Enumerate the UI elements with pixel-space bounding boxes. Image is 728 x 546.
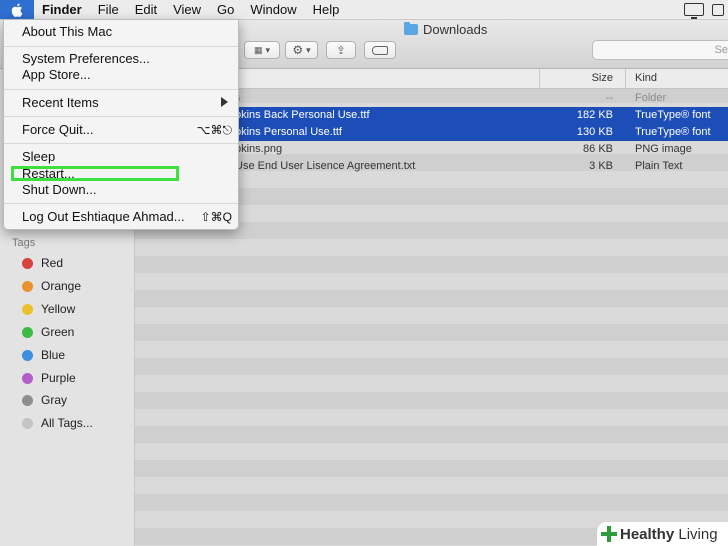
action-button[interactable]: ⚙ ▾ — [285, 41, 318, 59]
sidebar-tag-green[interactable]: Green — [22, 322, 74, 342]
gear-icon: ⚙ — [292, 43, 304, 57]
column-size-header[interactable]: Size — [539, 72, 613, 84]
file-name: pkins.png — [235, 143, 283, 155]
tag-color-dot — [22, 280, 33, 292]
column-divider[interactable] — [625, 69, 626, 88]
chevron-down-icon: ▾ — [306, 44, 311, 55]
window-title-text: Downloads — [423, 22, 488, 37]
file-size: -- — [605, 92, 613, 104]
menu-separator — [4, 46, 238, 47]
display-mirroring-icon[interactable] — [684, 3, 704, 19]
sidebar-tag-orange[interactable]: Orange — [22, 276, 81, 296]
menu-view[interactable]: View — [165, 0, 209, 19]
apple-icon — [11, 2, 23, 17]
tag-color-dot — [22, 394, 33, 406]
sidebar-tag-yellow[interactable]: Yellow — [22, 299, 75, 319]
tag-label: Red — [41, 256, 64, 270]
tag-label: Purple — [41, 371, 76, 385]
healthy-living-logo: Healthy Living — [597, 522, 728, 546]
tag-label: Green — [41, 325, 75, 339]
menu-bar-extras — [684, 0, 728, 19]
chevron-down-icon: ▾ — [265, 44, 271, 55]
sidebar-tag-gray[interactable]: Gray — [22, 390, 67, 410]
file-size: 86 KB — [583, 143, 613, 155]
watermark-text: Healthy Living — [620, 526, 718, 543]
menu-item-shut-down[interactable]: Shut Down... — [22, 182, 96, 197]
tag-color-dot — [22, 303, 33, 315]
file-kind: Plain Text — [635, 160, 683, 172]
tag-label: Gray — [41, 393, 68, 407]
menu-item-log-out[interactable]: Log Out Eshtiaque Ahmad... — [22, 209, 185, 224]
menu-help[interactable]: Help — [305, 0, 348, 19]
tag-color-dot — [22, 349, 33, 361]
menu-separator — [4, 143, 238, 144]
menu-item-recent-items[interactable]: Recent Items — [22, 95, 99, 110]
tags-button[interactable] — [364, 41, 396, 59]
file-kind: PNG image — [635, 143, 692, 155]
apple-dropdown-menu: About This Mac System Preferences... App… — [3, 19, 239, 230]
menu-item-app-store[interactable]: App Store... — [22, 67, 91, 82]
apple-menu-button[interactable] — [0, 0, 34, 19]
file-size: 130 KB — [576, 126, 613, 138]
log-out-shortcut: ⇧⌘Q — [200, 210, 232, 224]
menu-separator — [4, 89, 238, 90]
menu-item-system-preferences[interactable]: System Preferences... — [22, 51, 150, 66]
file-name: okins Back Personal Use.ttf — [235, 109, 370, 121]
menu-go[interactable]: Go — [209, 0, 242, 19]
folder-icon — [404, 22, 418, 35]
sidebar-all-tags[interactable]: All Tags... — [22, 413, 93, 433]
sidebar-tag-purple[interactable]: Purple — [22, 368, 76, 388]
tag-icon — [372, 45, 388, 55]
menu-window[interactable]: Window — [242, 0, 304, 19]
status-icon[interactable] — [712, 3, 724, 16]
plus-icon — [601, 526, 617, 542]
file-kind: Folder — [635, 92, 667, 104]
tag-label: Yellow — [41, 302, 76, 316]
tag-label: Orange — [41, 279, 82, 293]
share-icon: ⇪ — [336, 44, 346, 57]
sidebar-tag-blue[interactable]: Blue — [22, 345, 65, 365]
tag-color-dot — [22, 372, 33, 384]
file-kind: TrueType® font — [635, 109, 711, 121]
menu-item-about-this-mac[interactable]: About This Mac — [22, 24, 112, 39]
tag-label: All Tags... — [41, 416, 93, 430]
file-size: 3 KB — [589, 160, 613, 172]
menu-bar: Finder File Edit View Go Window Help — [0, 0, 728, 20]
search-placeholder: Se — [714, 44, 728, 56]
arrange-button[interactable]: ▦ ▾ — [244, 41, 280, 59]
file-name: Use End User Lisence Agreement.txt — [235, 160, 416, 172]
column-kind-header[interactable]: Kind — [635, 72, 657, 84]
sidebar-tag-red[interactable]: Red — [22, 253, 63, 273]
file-kind: TrueType® font — [635, 126, 711, 138]
restart-highlight-box — [11, 166, 179, 181]
menu-item-sleep[interactable]: Sleep — [22, 149, 55, 164]
submenu-arrow-icon — [221, 97, 228, 107]
menu-finder[interactable]: Finder — [34, 0, 90, 19]
menu-edit[interactable]: Edit — [127, 0, 165, 19]
sidebar-tags-header: Tags — [12, 237, 36, 249]
grid-icon: ▦ — [253, 44, 263, 55]
menu-separator — [4, 116, 238, 117]
tag-label: Blue — [41, 348, 66, 362]
share-button[interactable]: ⇪ — [326, 41, 356, 59]
search-input[interactable]: Se — [592, 40, 728, 60]
watermark-word-2: Living — [678, 525, 718, 543]
tag-color-dot — [22, 326, 33, 338]
watermark-word-1: Healthy — [620, 525, 675, 543]
tag-color-dot — [22, 257, 33, 269]
file-name: pkins Personal Use.ttf — [235, 126, 342, 138]
window-title: Downloads — [404, 22, 487, 37]
menu-file[interactable]: File — [90, 0, 127, 19]
force-quit-shortcut: ⌥⌘⎋ — [196, 123, 232, 137]
menu-separator — [4, 203, 238, 204]
tag-color-dot — [22, 417, 33, 429]
file-size: 182 KB — [576, 109, 613, 121]
menu-item-force-quit[interactable]: Force Quit... — [22, 122, 94, 137]
